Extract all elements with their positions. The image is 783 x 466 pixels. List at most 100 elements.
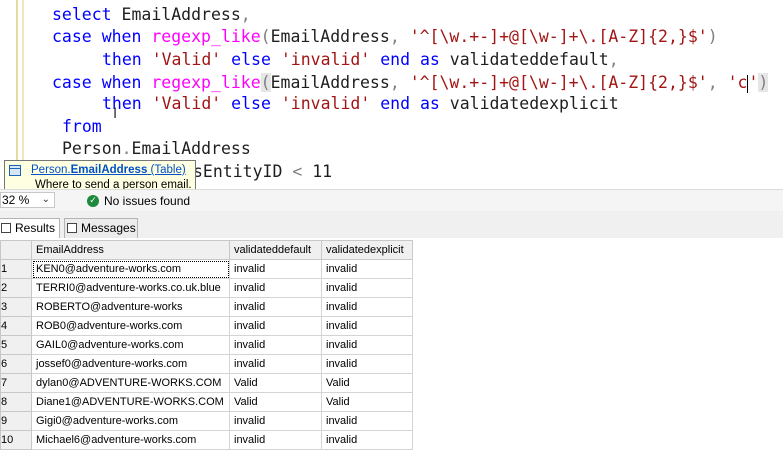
table-row[interactable]: 8 Diane1@ADVENTURE-WORKS.COM Valid Valid xyxy=(0,392,413,412)
cell-email-address[interactable]: Gigi0@adventure-works.com xyxy=(31,411,230,431)
code-paren: ( xyxy=(260,27,271,46)
cell-email-address[interactable]: TERRI0@adventure-works.co.uk.blue xyxy=(31,278,230,298)
cell-email-address[interactable]: ROBERTO@adventure-works xyxy=(31,297,230,317)
keyword-as: as xyxy=(419,94,440,113)
cell-validated-explicit[interactable]: invalid xyxy=(321,278,413,298)
code-line-5[interactable]: then 'Valid' else 'invalid' end as valid… xyxy=(102,93,619,115)
cell-email-address[interactable]: Michael6@adventure-works.com xyxy=(31,430,230,450)
row-number[interactable]: 10 xyxy=(0,430,32,450)
row-number[interactable]: 8 xyxy=(0,392,32,412)
cell-validated-default[interactable]: invalid xyxy=(229,411,322,431)
table-icon xyxy=(9,165,21,176)
string-literal: '^[\w.+-]+@[\w-]+\.[A-Z]{2,}$' xyxy=(409,27,708,46)
keyword-else: else xyxy=(231,94,271,113)
tooltip-schema: Person. xyxy=(31,164,71,176)
cell-validated-default[interactable]: invalid xyxy=(229,316,322,336)
code-text: 11 xyxy=(312,162,333,181)
cell-email-address[interactable]: Diane1@ADVENTURE-WORKS.COM xyxy=(31,392,230,412)
cell-email-address[interactable]: ROB0@adventure-works.com xyxy=(31,316,230,336)
keyword-then: then xyxy=(102,50,142,69)
code-text: EmailAddress xyxy=(270,27,390,46)
cell-validated-explicit[interactable]: Valid xyxy=(321,373,413,393)
cell-validated-default[interactable]: Valid xyxy=(229,392,322,412)
table-row[interactable]: 4 ROB0@adventure-works.com invalid invalid xyxy=(0,316,413,336)
row-number[interactable]: 9 xyxy=(0,411,32,431)
cell-validated-default[interactable]: invalid xyxy=(229,430,322,450)
keyword-select: select xyxy=(52,5,112,24)
code-line-3[interactable]: then 'Valid' else 'invalid' end as valid… xyxy=(102,49,619,71)
code-operator: < xyxy=(292,162,303,181)
column-header[interactable]: EmailAddress xyxy=(31,240,230,260)
keyword-else: else xyxy=(231,50,271,69)
code-line-2[interactable]: case when regexp_like(EmailAddress, '^[\… xyxy=(52,26,718,48)
cell-validated-explicit[interactable]: invalid xyxy=(321,316,413,336)
table-row[interactable]: 10 Michael6@adventure-works.com invalid inv… xyxy=(0,430,413,450)
row-number[interactable]: 7 xyxy=(0,373,32,393)
keyword-when: when xyxy=(101,27,142,46)
editor-status-bar: 32 % ⌄ ✓ No issues found xyxy=(0,189,783,212)
table-row[interactable]: 5 GAIL0@adventure-works.com invalid invalid xyxy=(0,335,413,355)
cell-email-address[interactable]: GAIL0@adventure-works.com xyxy=(31,335,230,355)
cell-validated-explicit[interactable]: invalid xyxy=(321,430,413,450)
code-comma: , xyxy=(707,73,718,92)
code-line-6[interactable]: from xyxy=(62,116,102,138)
table-row[interactable]: 9 Gigi0@adventure-works.com invalid invalid xyxy=(0,411,413,431)
cell-email-address[interactable]: dylan0@ADVENTURE-WORKS.COM xyxy=(31,373,230,393)
cell-email-address[interactable]: KEN0@adventure-works.com xyxy=(31,259,230,279)
code-dot: . xyxy=(121,139,132,158)
row-number[interactable]: 4 xyxy=(0,316,32,336)
code-text: Person xyxy=(62,139,122,158)
cell-validated-explicit[interactable]: invalid xyxy=(321,297,413,317)
table-row[interactable]: 1 KEN0@adventure-works.com invalid invalid xyxy=(0,259,413,279)
row-number[interactable]: 2 xyxy=(0,278,32,298)
keyword-when: when xyxy=(101,73,142,92)
row-number[interactable]: 5 xyxy=(0,335,32,355)
row-number[interactable]: 6 xyxy=(0,354,32,374)
table-row[interactable]: 2 TERRI0@adventure-works.co.uk.blue invali… xyxy=(0,278,413,298)
table-row[interactable]: 3 ROBERTO@adventure-works invalid invalid xyxy=(0,297,413,317)
code-line-1[interactable]: select EmailAddress, xyxy=(52,4,251,26)
cell-validated-default[interactable]: invalid xyxy=(229,278,322,298)
cell-validated-default[interactable]: invalid xyxy=(229,354,322,374)
grid-body: 1 KEN0@adventure-works.com invalid invalid 2… xyxy=(0,259,413,450)
tab-messages[interactable]: Messages xyxy=(64,218,138,238)
results-tab-bar: Results Messages xyxy=(0,211,783,239)
cell-email-address[interactable]: jossef0@adventure-works.com xyxy=(31,354,230,374)
keyword-end: end xyxy=(380,50,411,69)
string-literal: 'invalid' xyxy=(280,50,371,69)
cell-validated-default[interactable]: invalid xyxy=(229,259,322,279)
column-header[interactable]: validatedexplicit xyxy=(321,240,413,260)
zoom-level: 32 % xyxy=(2,193,30,207)
code-text: validateddefault xyxy=(449,50,609,69)
code-line-8[interactable]: sEntityID < 11 xyxy=(193,161,332,183)
string-literal: '^[\w.+-]+@[\w-]+\.[A-Z]{2,}$' xyxy=(409,73,708,92)
cell-validated-explicit[interactable]: invalid xyxy=(321,411,413,431)
row-number[interactable]: 3 xyxy=(0,297,32,317)
cell-validated-explicit[interactable]: invalid xyxy=(321,335,413,355)
code-paren-highlight: ( xyxy=(260,73,271,92)
chevron-down-icon: ⌄ xyxy=(41,194,50,205)
column-header[interactable]: validateddefault xyxy=(229,240,322,260)
cell-validated-default[interactable]: Valid xyxy=(229,373,322,393)
tab-results-label: Results xyxy=(15,221,56,235)
table-row[interactable]: 7 dylan0@ADVENTURE-WORKS.COM Valid Valid xyxy=(0,373,413,393)
code-line-7[interactable]: Person.EmailAddress xyxy=(62,138,251,160)
cell-validated-default[interactable]: invalid xyxy=(229,297,322,317)
cell-validated-explicit[interactable]: invalid xyxy=(321,259,413,279)
cell-validated-default[interactable]: invalid xyxy=(229,335,322,355)
code-comma: , xyxy=(240,5,251,24)
string-literal: 'Valid' xyxy=(151,50,222,69)
tooltip-table-link[interactable]: Person.EmailAddress (Table) xyxy=(31,164,186,176)
cell-validated-explicit[interactable]: invalid xyxy=(321,354,413,374)
tab-results[interactable]: Results xyxy=(0,218,60,238)
table-row[interactable]: 6 jossef0@adventure-works.com invalid inval… xyxy=(0,354,413,374)
code-comma: , xyxy=(389,73,400,92)
issues-status[interactable]: No issues found xyxy=(104,194,190,208)
cell-validated-explicit[interactable]: Valid xyxy=(321,392,413,412)
zoom-dropdown[interactable]: 32 % ⌄ xyxy=(0,192,55,208)
row-number[interactable]: 1 xyxy=(0,259,32,279)
code-line-4[interactable]: case when regexp_like(EmailAddress, '^[\… xyxy=(52,72,769,94)
row-number-header[interactable] xyxy=(0,240,32,260)
results-grid[interactable]: EmailAddress validateddefault validatede… xyxy=(0,238,783,466)
code-comma: , xyxy=(608,50,619,69)
